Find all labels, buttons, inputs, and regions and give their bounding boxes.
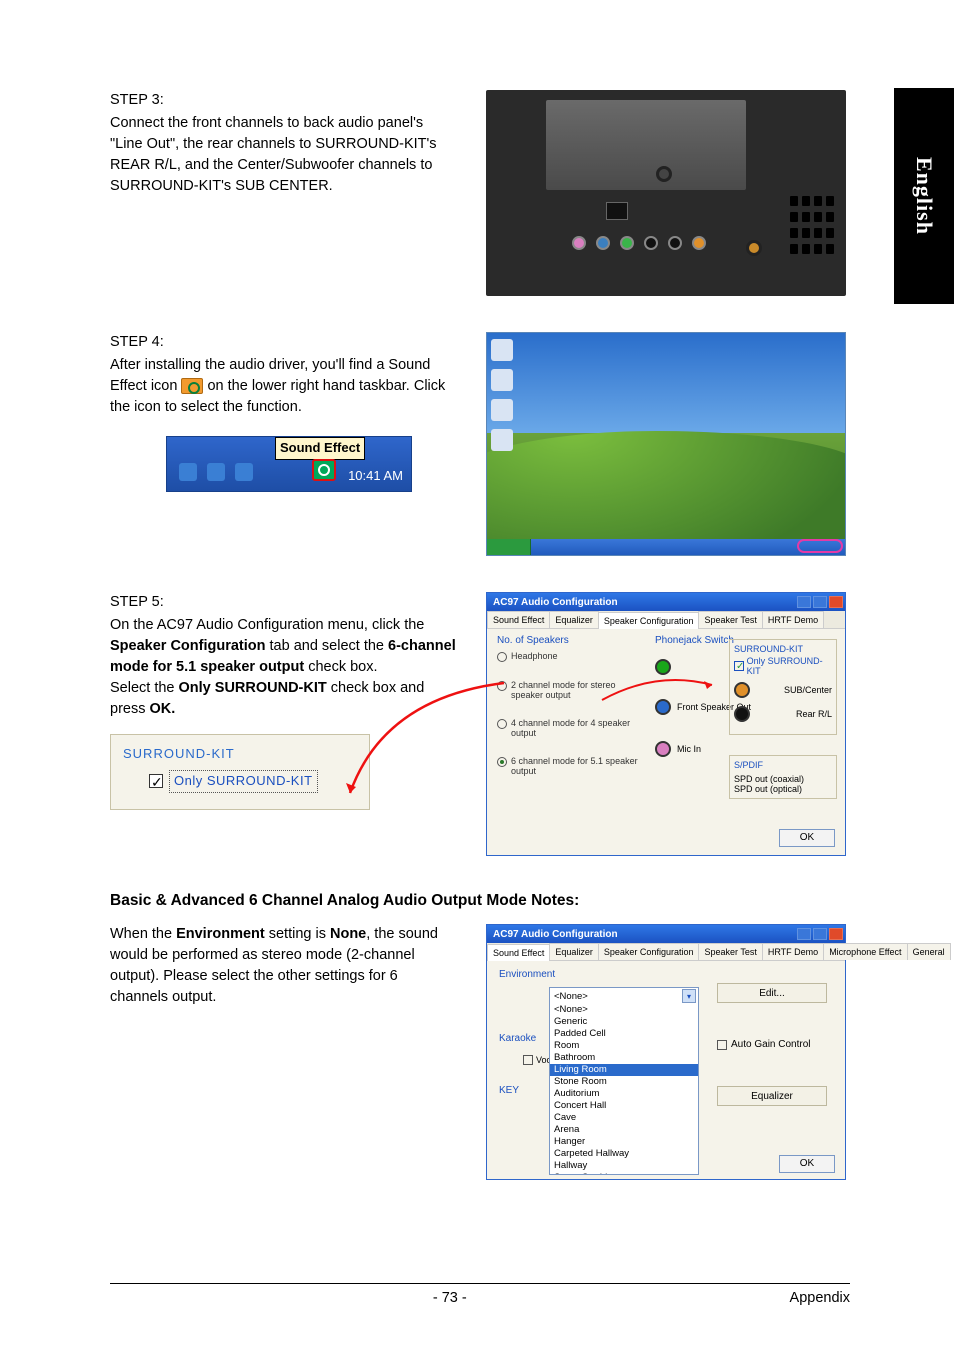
tab-equalizer[interactable]: Equalizer xyxy=(549,611,599,628)
tab-bar[interactable]: Sound Effect Equalizer Speaker Configura… xyxy=(487,611,845,629)
sound-effect-tooltip: Sound Effect xyxy=(275,437,365,460)
step4-heading: STEP 4: xyxy=(110,332,456,353)
tray-sound-icon[interactable] xyxy=(312,459,336,481)
only-surround-kit-checkbox[interactable] xyxy=(149,774,163,788)
tab-mic[interactable]: Microphone Effect xyxy=(823,943,907,960)
chevron-down-icon[interactable]: ▾ xyxy=(682,989,696,1003)
window-controls[interactable] xyxy=(797,596,843,608)
window-controls[interactable] xyxy=(797,928,843,940)
tab-hrtf[interactable]: HRTF Demo xyxy=(762,943,824,960)
page-number: - 73 - xyxy=(433,1290,467,1306)
jack-icon xyxy=(655,659,671,675)
jack-icon xyxy=(734,706,750,722)
tab-general[interactable]: General xyxy=(907,943,951,960)
auto-gain-checkbox[interactable]: Auto Gain Control xyxy=(717,1039,827,1050)
key-label: KEY xyxy=(499,1085,519,1096)
environment-option[interactable]: Stone Room xyxy=(550,1076,698,1088)
only-surround-kit-label: Only SURROUND-KIT xyxy=(169,770,318,793)
jack-icon xyxy=(734,682,750,698)
sound-effect-icon xyxy=(181,378,203,394)
tab-speaker-configuration[interactable]: Speaker Configuration xyxy=(598,612,700,629)
language-tab: English xyxy=(894,88,954,304)
notes-heading: Basic & Advanced 6 Channel Analog Audio … xyxy=(110,892,850,910)
ok-button[interactable]: OK xyxy=(779,1155,835,1173)
environment-option[interactable]: Bathroom xyxy=(550,1052,698,1064)
surround-kit-groupbox: SURROUND-KIT Only SURROUND-KIT SUB/Cente… xyxy=(729,639,837,735)
no-of-speakers-label: No. of Speakers xyxy=(497,635,569,646)
tab-hrtf[interactable]: HRTF Demo xyxy=(762,611,824,628)
ac97-sound-effect-window: AC97 Audio Configuration Sound Effect Eq… xyxy=(486,924,846,1180)
environment-option[interactable]: Room xyxy=(550,1040,698,1052)
tab-sound-effect[interactable]: Sound Effect xyxy=(487,944,550,961)
ok-button[interactable]: OK xyxy=(779,829,835,847)
environment-option[interactable]: Padded Cell xyxy=(550,1028,698,1040)
voc-checkbox[interactable]: Voc xyxy=(523,1055,551,1065)
window-title: AC97 Audio Configuration xyxy=(493,929,618,940)
environment-selected: <None> xyxy=(554,991,588,1002)
tab-speaker-test[interactable]: Speaker Test xyxy=(698,611,762,628)
edit-button[interactable]: Edit... xyxy=(717,983,827,1003)
surround-kit-title: SURROUND-KIT xyxy=(123,745,357,764)
environment-option[interactable]: Living Room xyxy=(550,1064,698,1076)
tab-bar[interactable]: Sound Effect Equalizer Speaker Configura… xyxy=(487,943,845,961)
start-button[interactable] xyxy=(487,539,531,555)
step5-heading: STEP 5: xyxy=(110,592,456,613)
equalizer-button[interactable]: Equalizer xyxy=(717,1086,827,1106)
environment-option[interactable]: Auditorium xyxy=(550,1088,698,1100)
taskbar-tray-crop: Sound Effect 10:41 AM xyxy=(166,436,412,492)
environment-option[interactable]: Generic xyxy=(550,1016,698,1028)
karaoke-label: Karaoke xyxy=(499,1033,536,1044)
opt-headphone[interactable]: Headphone xyxy=(497,651,647,662)
pc-back-panel-illustration xyxy=(486,90,846,296)
step3-row: STEP 3: Connect the front channels to ba… xyxy=(110,90,850,296)
step3-heading: STEP 3: xyxy=(110,90,456,111)
step5-p2: Select the Only SURROUND-KIT check box a… xyxy=(110,678,456,720)
opt-4ch[interactable]: 4 channel mode for 4 speaker output xyxy=(497,718,647,738)
language-tab-label: English xyxy=(911,157,937,235)
page-footer: - 73 - Appendix xyxy=(110,1283,850,1306)
opt-6ch[interactable]: 6 channel mode for 5.1 speaker output xyxy=(497,756,647,776)
environment-option-list[interactable]: <None>GenericPadded CellRoomBathroomLivi… xyxy=(550,1004,698,1174)
environment-option[interactable]: Arena xyxy=(550,1124,698,1136)
step4-row: STEP 4: After installing the audio drive… xyxy=(110,332,850,556)
phonejack-label: Phonejack Switch xyxy=(655,635,734,646)
step4-body: After installing the audio driver, you'l… xyxy=(110,355,456,418)
windows-desktop-screenshot xyxy=(486,332,846,556)
notes-row: When the Environment setting is None, th… xyxy=(110,924,850,1180)
notes-body: When the Environment setting is None, th… xyxy=(110,924,456,1008)
section-name: Appendix xyxy=(790,1290,850,1306)
jack-icon xyxy=(655,741,671,757)
environment-dropdown[interactable]: <None>▾ <None>GenericPadded CellRoomBath… xyxy=(549,987,699,1175)
tray-clock: 10:41 AM xyxy=(348,467,403,486)
jack-icon xyxy=(655,699,671,715)
environment-option[interactable]: Cave xyxy=(550,1112,698,1124)
callout-ring xyxy=(797,539,843,553)
tab-equalizer[interactable]: Equalizer xyxy=(549,943,599,960)
speaker-mode-radios: Headphone 2 channel mode for stereo spea… xyxy=(497,651,647,794)
tab-sound-effect[interactable]: Sound Effect xyxy=(487,611,550,628)
environment-option[interactable]: Carpeted Hallway xyxy=(550,1148,698,1160)
step3-body: Connect the front channels to back audio… xyxy=(110,113,456,197)
ac97-speaker-config-window: AC97 Audio Configuration Sound Effect Eq… xyxy=(486,592,846,856)
environment-option[interactable]: Hanger xyxy=(550,1136,698,1148)
only-surround-kit-checkbox-win[interactable]: Only SURROUND-KIT xyxy=(734,656,832,676)
environment-option[interactable]: Hallway xyxy=(550,1160,698,1172)
surround-kit-crop: SURROUND-KIT Only SURROUND-KIT xyxy=(110,734,370,810)
environment-option[interactable]: Stone Corridor xyxy=(550,1172,698,1174)
opt-2ch[interactable]: 2 channel mode for stereo speaker output xyxy=(497,680,647,700)
step5-row: STEP 5: On the AC97 Audio Configuration … xyxy=(110,592,850,856)
environment-label: Environment xyxy=(499,969,555,980)
spdif-groupbox: S/PDIF SPD out (coaxial) SPD out (optica… xyxy=(729,755,837,799)
tab-speaker-test[interactable]: Speaker Test xyxy=(698,943,762,960)
environment-option[interactable]: <None> xyxy=(550,1004,698,1016)
window-title: AC97 Audio Configuration xyxy=(493,597,618,608)
environment-option[interactable]: Concert Hall xyxy=(550,1100,698,1112)
step5-p1: On the AC97 Audio Configuration menu, cl… xyxy=(110,615,456,678)
tab-speaker-configuration[interactable]: Speaker Configuration xyxy=(598,943,700,960)
